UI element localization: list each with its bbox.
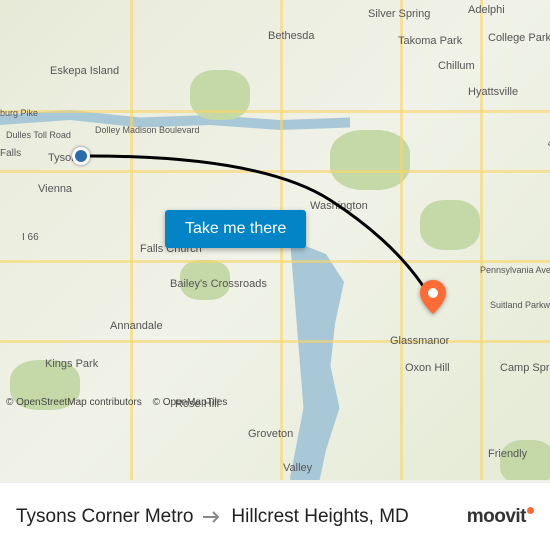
road: [130, 0, 133, 480]
brand-name: moovit: [467, 506, 526, 528]
place-label: Pennsylvania Ave: [480, 265, 550, 275]
take-me-there-button[interactable]: Take me there: [165, 210, 306, 248]
tiles-attribution[interactable]: © OpenMapTiles: [153, 397, 228, 408]
place-label: Dolley Madison Boulevard: [95, 125, 200, 135]
brand-dot-icon: [527, 507, 534, 514]
place-label: College Park: [488, 32, 550, 44]
map-attribution: © OpenStreetMap contributors © OpenMapTi…: [6, 397, 235, 408]
place-label: Adelphi: [468, 4, 505, 16]
place-label: I 66: [22, 232, 39, 243]
place-label: Bailey's Crossroads: [170, 278, 267, 290]
place-label: Hyattsville: [468, 86, 518, 98]
place-label: Suitland Parkway: [490, 300, 550, 310]
place-label: Chillum: [438, 60, 475, 72]
road: [0, 110, 550, 113]
place-label: Bethesda: [268, 30, 314, 42]
destination-marker[interactable]: [420, 280, 446, 319]
route-summary: Tysons Corner Metro Hillcrest Heights, M…: [16, 506, 409, 528]
moovit-logo[interactable]: moovit: [467, 506, 534, 528]
origin-label: Tysons Corner Metro: [16, 506, 193, 528]
place-label: Oxon Hill: [405, 362, 450, 374]
place-label: Falls: [0, 148, 21, 159]
map-viewport[interactable]: Eskepa Island Silver Spring Bethesda Ade…: [0, 0, 550, 480]
place-label: Takoma Park: [398, 35, 462, 47]
origin-marker[interactable]: [72, 147, 90, 165]
route-footer: Tysons Corner Metro Hillcrest Heights, M…: [0, 482, 550, 550]
map-pin-icon: [420, 280, 446, 314]
osm-attribution[interactable]: © OpenStreetMap contributors: [6, 397, 142, 408]
place-label: Annandale: [110, 320, 163, 332]
place-label: Glassmanor: [390, 335, 449, 347]
place-label: burg Pike: [0, 108, 38, 118]
park-area: [420, 200, 480, 250]
place-label: Dulles Toll Road: [6, 130, 71, 140]
park-area: [500, 440, 550, 480]
road: [480, 0, 483, 480]
destination-label: Hillcrest Heights, MD: [231, 506, 408, 528]
road: [0, 260, 550, 263]
place-label: Vienna: [38, 183, 72, 195]
park-area: [330, 130, 410, 190]
arrow-right-icon: [203, 510, 221, 524]
place-label: Kings Park: [45, 358, 98, 370]
place-label: Camp Springs: [500, 362, 550, 374]
road: [0, 170, 550, 173]
road: [0, 340, 550, 343]
road: [400, 0, 403, 480]
place-label: Friendly: [488, 448, 527, 460]
place-label: Washington: [310, 200, 368, 212]
place-label: Silver Spring: [368, 8, 430, 20]
place-label: Valley: [283, 462, 312, 474]
place-label: Groveton: [248, 428, 293, 440]
place-label: Eskepa Island: [50, 65, 119, 77]
potomac-river: [290, 240, 380, 480]
